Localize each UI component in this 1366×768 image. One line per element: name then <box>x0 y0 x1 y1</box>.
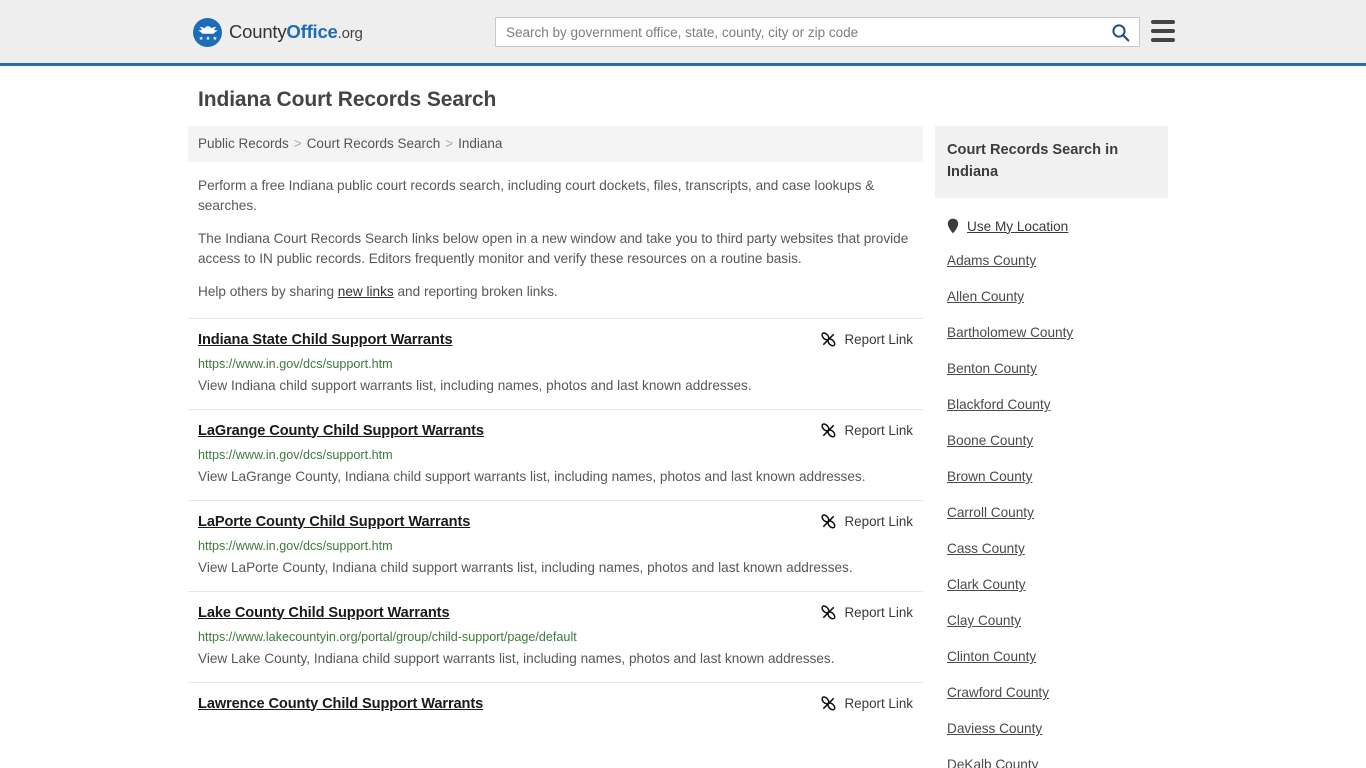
county-link-dekalb[interactable]: DeKalb County <box>935 747 1168 768</box>
search-icon <box>1111 23 1129 41</box>
county-link-list: Adams County Allen County Bartholomew Co… <box>935 243 1168 768</box>
county-link-benton[interactable]: Benton County <box>935 351 1168 387</box>
result-url[interactable]: https://www.lakecountyin.org/portal/grou… <box>198 629 913 645</box>
breadcrumb-item-indiana: Indiana <box>458 136 503 151</box>
sidebar-heading: Court Records Search in Indiana <box>935 126 1168 198</box>
county-link-clinton[interactable]: Clinton County <box>935 639 1168 675</box>
menu-bar-2 <box>1151 29 1175 33</box>
eagle-seal-icon <box>193 18 222 47</box>
result-item: Lake County Child Support Warrants Repor… <box>188 590 923 682</box>
report-link-label: Report Link <box>844 604 913 620</box>
county-link-boone[interactable]: Boone County <box>935 423 1168 459</box>
page-body: Indiana Court Records Search Public Reco… <box>0 66 1366 768</box>
breadcrumb-separator-2: > <box>445 136 454 151</box>
result-list: Indiana State Child Support Warrants Rep… <box>188 317 923 726</box>
county-link-daviess[interactable]: Daviess County <box>935 711 1168 747</box>
hamburger-menu-icon[interactable] <box>1151 20 1175 42</box>
county-link-carroll[interactable]: Carroll County <box>935 495 1168 531</box>
result-item: LaPorte County Child Support Warrants Re… <box>188 499 923 591</box>
broken-link-icon <box>820 422 836 437</box>
report-link-button[interactable]: Report Link <box>808 421 913 439</box>
menu-bar-1 <box>1151 20 1175 24</box>
report-link-label: Report Link <box>844 513 913 529</box>
map-pin-icon <box>947 218 959 234</box>
breadcrumb: Public Records > Court Records Search > Indi… <box>188 126 923 162</box>
county-link-allen[interactable]: Allen County <box>935 279 1168 315</box>
use-my-location-label: Use My Location <box>967 218 1069 234</box>
eagle-seal-glyph <box>197 26 218 40</box>
site-logo[interactable]: CountyOffice.org <box>193 18 363 47</box>
county-link-brown[interactable]: Brown County <box>935 459 1168 495</box>
county-link-clark[interactable]: Clark County <box>935 567 1168 603</box>
result-description: View LaGrange County, Indiana child supp… <box>198 468 866 484</box>
result-url[interactable]: https://www.in.gov/dcs/support.htm <box>198 356 913 372</box>
result-title-link[interactable]: LaGrange County Child Support Warrants <box>198 421 484 441</box>
intro-paragraph-2: The Indiana Court Records Search links b… <box>198 231 909 266</box>
logo-text-office: Office <box>286 21 338 43</box>
county-link-cass[interactable]: Cass County <box>935 531 1168 567</box>
broken-link-icon <box>820 513 836 528</box>
result-title-link[interactable]: Indiana State Child Support Warrants <box>198 330 453 350</box>
search-button[interactable] <box>1101 18 1139 46</box>
new-links-link[interactable]: new links <box>338 284 394 299</box>
use-my-location-link[interactable]: Use My Location <box>935 198 1168 234</box>
result-header: LaPorte County Child Support Warrants Re… <box>198 512 913 532</box>
sidebar: Court Records Search in Indiana Use My L… <box>935 126 1168 768</box>
county-link-crawford[interactable]: Crawford County <box>935 675 1168 711</box>
intro-paragraph-1: Perform a free Indiana public court reco… <box>198 178 875 213</box>
report-link-button[interactable]: Report Link <box>808 603 913 621</box>
result-header: Indiana State Child Support Warrants Rep… <box>198 330 913 350</box>
content-columns: Public Records > Court Records Search > Indi… <box>188 126 1178 768</box>
intro-paragraph-3: Help others by sharing new links and rep… <box>198 282 913 302</box>
main-column: Public Records > Court Records Search > Indi… <box>188 126 923 726</box>
result-title-link[interactable]: Lake County Child Support Warrants <box>198 603 450 623</box>
breadcrumb-item-court-records-search[interactable]: Court Records Search <box>307 136 441 151</box>
search-box[interactable] <box>495 17 1140 47</box>
result-url[interactable]: https://www.in.gov/dcs/support.htm <box>198 447 913 463</box>
result-item: Indiana State Child Support Warrants Rep… <box>188 317 923 409</box>
intro-paragraph-3-suffix: and reporting broken links. <box>393 284 558 299</box>
breadcrumb-separator-1: > <box>293 136 302 151</box>
breadcrumb-item-public-records[interactable]: Public Records <box>198 136 289 151</box>
report-link-button[interactable]: Report Link <box>808 512 913 530</box>
result-description: View Indiana child support warrants list… <box>198 377 752 393</box>
broken-link-icon <box>820 331 836 346</box>
county-link-clay[interactable]: Clay County <box>935 603 1168 639</box>
menu-bar-3 <box>1151 38 1175 42</box>
result-description: View LaPorte County, Indiana child suppo… <box>198 559 853 575</box>
logo-text-org: .org <box>337 25 363 43</box>
report-link-label: Report Link <box>844 422 913 438</box>
county-link-bartholomew[interactable]: Bartholomew County <box>935 315 1168 351</box>
broken-link-icon <box>820 604 836 619</box>
result-title-link[interactable]: Lawrence County Child Support Warrants <box>198 694 483 714</box>
page-title: Indiana Court Records Search <box>198 88 497 111</box>
content-container: Indiana Court Records Search Public Reco… <box>188 66 1178 768</box>
report-link-label: Report Link <box>844 695 913 711</box>
result-header: Lake County Child Support Warrants Repor… <box>198 603 913 623</box>
result-description: View Lake County, Indiana child support … <box>198 650 835 666</box>
logo-text-county: County <box>229 21 287 43</box>
result-item: LaGrange County Child Support Warrants R… <box>188 408 923 500</box>
report-link-button[interactable]: Report Link <box>808 330 913 348</box>
intro-text: Perform a free Indiana public court reco… <box>188 176 923 302</box>
report-link-label: Report Link <box>844 331 913 347</box>
result-header: LaGrange County Child Support Warrants R… <box>198 421 913 441</box>
result-header: Lawrence County Child Support Warrants R… <box>198 694 913 714</box>
site-logo-text: CountyOffice.org <box>229 23 363 42</box>
county-link-adams[interactable]: Adams County <box>935 243 1168 279</box>
report-link-button[interactable]: Report Link <box>808 694 913 712</box>
search-input[interactable] <box>496 18 1101 46</box>
broken-link-icon <box>820 695 836 710</box>
intro-paragraph-3-prefix: Help others by sharing <box>198 284 338 299</box>
result-url[interactable]: https://www.in.gov/dcs/support.htm <box>198 538 913 554</box>
site-header: CountyOffice.org <box>0 0 1366 66</box>
result-item: Lawrence County Child Support Warrants R… <box>188 681 923 726</box>
result-title-link[interactable]: LaPorte County Child Support Warrants <box>198 512 470 532</box>
county-link-blackford[interactable]: Blackford County <box>935 387 1168 423</box>
